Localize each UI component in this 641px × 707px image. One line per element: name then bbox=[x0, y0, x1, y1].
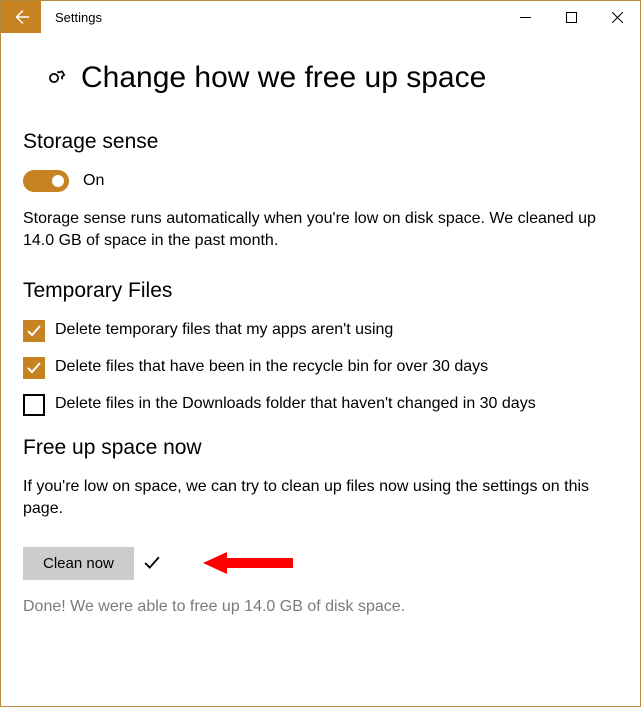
gear-icon bbox=[41, 65, 67, 91]
checkbox-row: Delete files in the Downloads folder tha… bbox=[23, 393, 618, 416]
success-checkmark-icon bbox=[144, 555, 160, 571]
section-heading-temp-files: Temporary Files bbox=[23, 279, 618, 303]
delete-temp-files-checkbox[interactable] bbox=[23, 320, 45, 342]
close-button[interactable] bbox=[594, 1, 640, 33]
storage-sense-toggle-label: On bbox=[83, 172, 104, 190]
clean-now-button[interactable]: Clean now bbox=[23, 547, 134, 580]
storage-sense-toggle[interactable] bbox=[23, 170, 69, 192]
maximize-icon bbox=[566, 12, 577, 23]
checkbox-row: Delete temporary files that my apps aren… bbox=[23, 319, 618, 342]
close-icon bbox=[612, 12, 623, 23]
section-heading-free-up: Free up space now bbox=[23, 436, 618, 460]
arrow-left-icon bbox=[12, 8, 30, 26]
checkmark-icon bbox=[27, 361, 41, 375]
section-heading-storage-sense: Storage sense bbox=[23, 130, 618, 154]
minimize-button[interactable] bbox=[502, 1, 548, 33]
free-up-description: If you're low on space, we can try to cl… bbox=[23, 476, 603, 521]
back-button[interactable] bbox=[1, 1, 41, 33]
checkbox-label: Delete temporary files that my apps aren… bbox=[55, 319, 393, 341]
delete-downloads-checkbox[interactable] bbox=[23, 394, 45, 416]
titlebar: Settings bbox=[1, 1, 640, 33]
checkmark-icon bbox=[27, 324, 41, 338]
maximize-button[interactable] bbox=[548, 1, 594, 33]
done-status-text: Done! We were able to free up 14.0 GB of… bbox=[23, 598, 618, 616]
page-header: Change how we free up space bbox=[41, 61, 618, 94]
annotation-arrow-icon bbox=[203, 550, 293, 576]
minimize-icon bbox=[520, 12, 531, 23]
checkbox-label: Delete files that have been in the recyc… bbox=[55, 356, 488, 378]
storage-sense-description: Storage sense runs automatically when yo… bbox=[23, 208, 603, 253]
delete-recycle-bin-checkbox[interactable] bbox=[23, 357, 45, 379]
page-title: Change how we free up space bbox=[81, 61, 486, 94]
checkbox-label: Delete files in the Downloads folder tha… bbox=[55, 393, 536, 415]
checkbox-row: Delete files that have been in the recyc… bbox=[23, 356, 618, 379]
window-title: Settings bbox=[41, 1, 102, 33]
